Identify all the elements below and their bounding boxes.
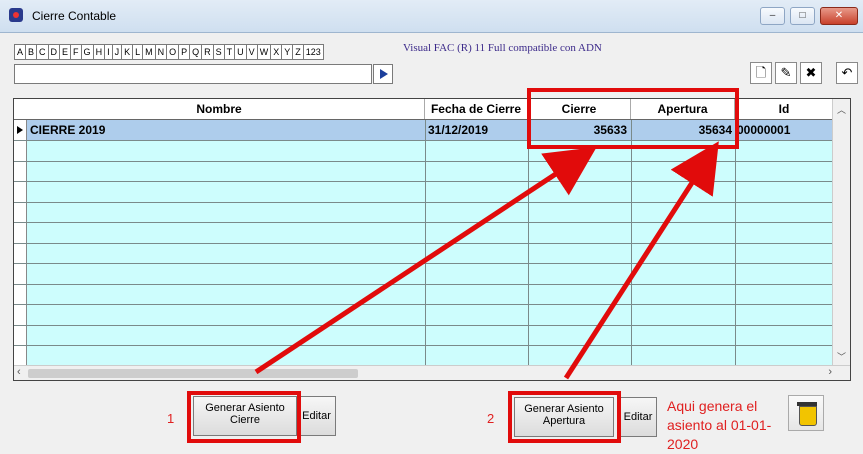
arrow-to-apertura	[563, 141, 719, 380]
annotation-arrows	[254, 141, 719, 380]
arrow-to-cierre	[254, 146, 597, 375]
